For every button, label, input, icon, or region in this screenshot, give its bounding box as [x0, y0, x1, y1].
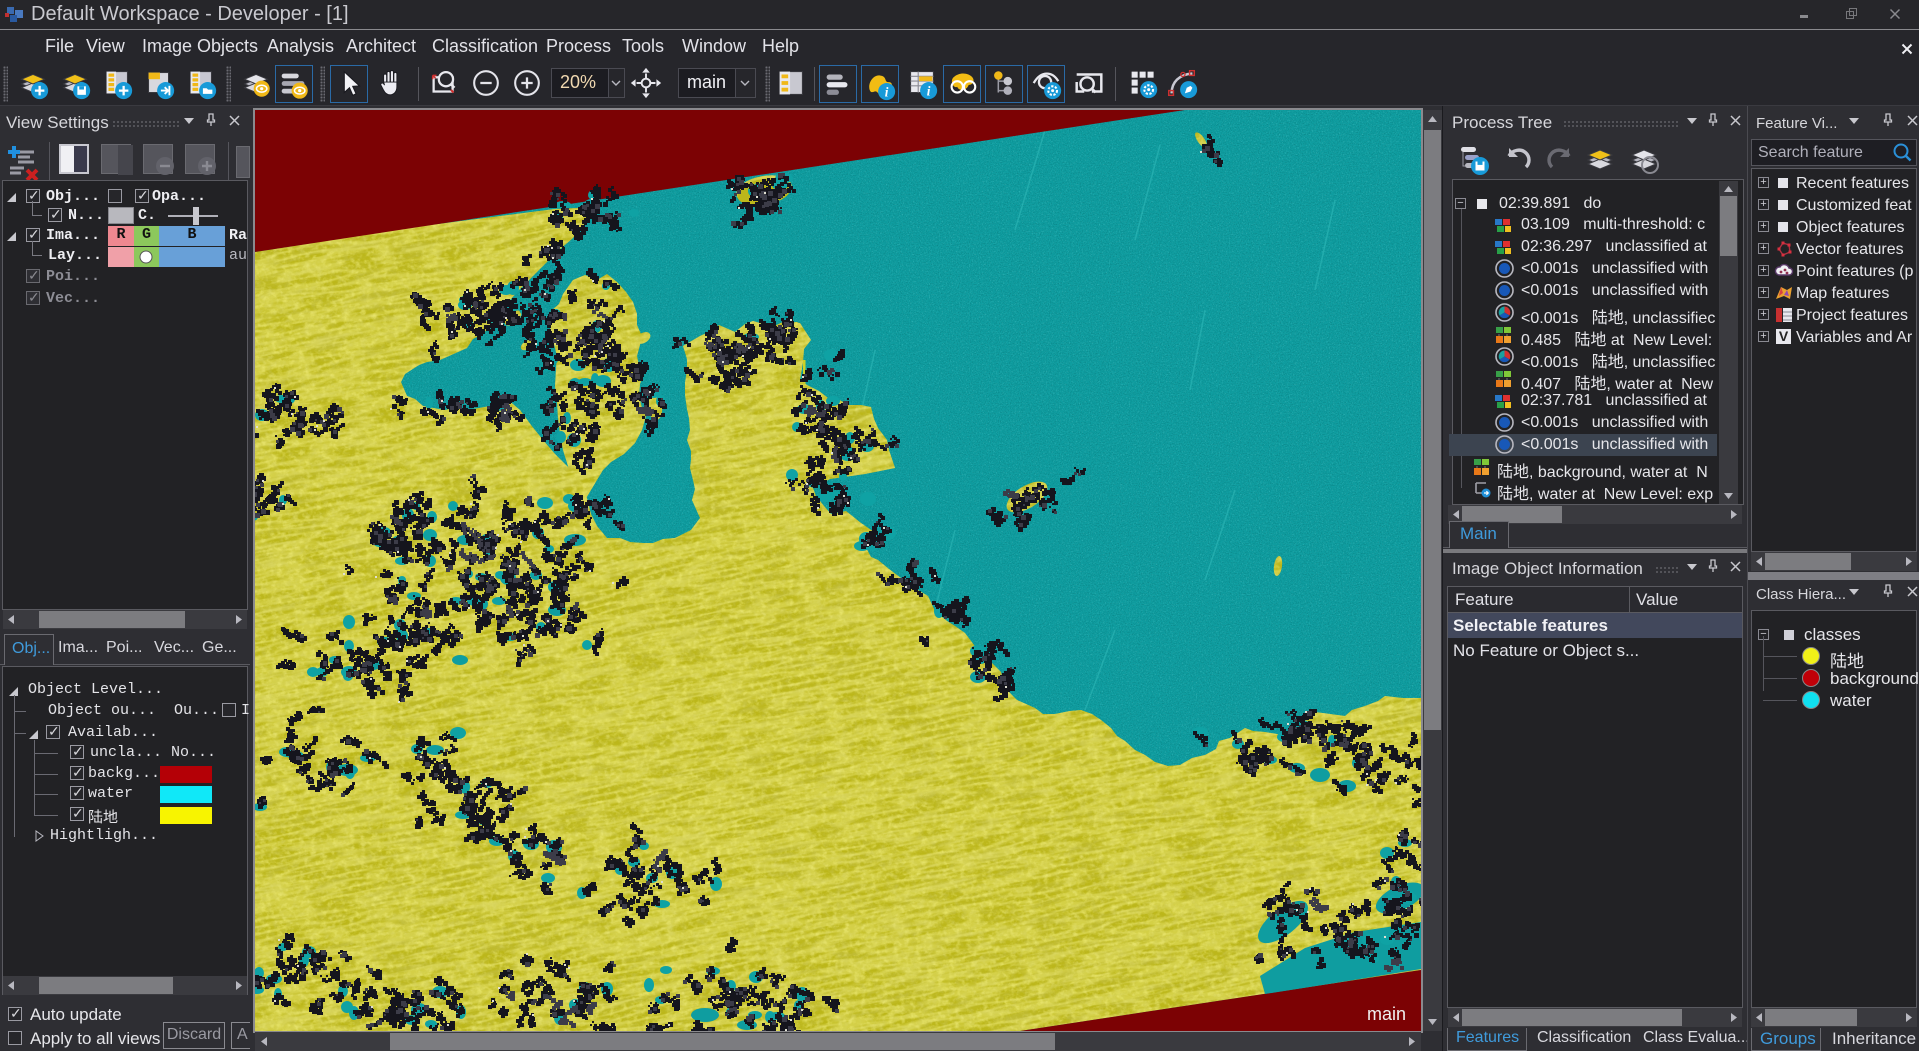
svg-text:i: i — [885, 84, 889, 99]
svg-text:i: i — [927, 83, 931, 98]
